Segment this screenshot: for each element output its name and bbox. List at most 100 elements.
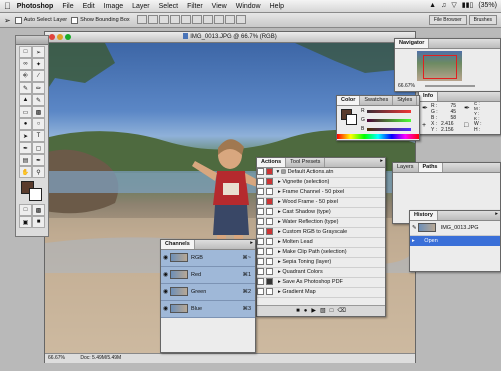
move-tool-icon[interactable]: ➢ [32,46,45,58]
action-dialog-icon[interactable] [266,198,273,206]
action-row[interactable]: ▸ Vignette (selection) [257,178,385,188]
distribute-2-button[interactable] [213,14,224,24]
action-toggle-icon[interactable] [257,188,264,196]
action-toggle-icon[interactable] [257,248,264,256]
history-brush-icon[interactable]: ✎ [412,225,417,231]
minimize-button[interactable] [57,34,63,40]
tab-color[interactable]: Color [337,96,361,105]
menu-filter[interactable]: Filter [187,3,203,10]
action-dialog-icon[interactable] [266,228,273,236]
screen-mode-full-icon[interactable]: ■ [32,216,45,228]
menu-select[interactable]: Select [159,3,178,10]
align-top-button[interactable] [136,14,147,24]
tab-styles[interactable]: Styles [393,96,418,105]
action-row[interactable]: ▸ Gradient Map [257,288,385,298]
tab-info[interactable]: Info [419,92,439,101]
app-menu[interactable]: Photoshop [17,3,54,10]
eye-icon[interactable]: ◉ [163,301,170,317]
action-dialog-icon[interactable] [266,278,273,286]
action-dialog-icon[interactable] [266,188,273,196]
history-state-row[interactable]: ▸ Open [410,236,500,246]
action-dialog-icon[interactable] [266,208,273,216]
action-row[interactable]: ▸ Make Clip Path (selection) [257,248,385,258]
action-toggle-icon[interactable] [257,218,264,226]
tab-navigator[interactable]: Navigator [395,39,430,48]
action-dialog-icon[interactable] [266,238,273,246]
action-row[interactable]: ▸ Cast Shadow (type) [257,208,385,218]
action-toggle-icon[interactable] [257,278,264,286]
action-toggle-icon[interactable] [257,198,264,206]
menu-help[interactable]: Help [270,3,284,10]
apple-menu-icon[interactable]:  [4,1,11,11]
navigator-view-box[interactable] [423,55,457,79]
action-row[interactable]: ▸ Wood Frame - 50 pixel [257,198,385,208]
tab-swatches[interactable]: Swatches [360,96,394,105]
stop-icon[interactable]: ■ [296,306,300,316]
action-dialog-icon[interactable] [266,268,273,276]
eye-icon[interactable]: ◉ [163,284,170,300]
action-toggle-icon[interactable] [257,238,264,246]
trash-icon[interactable]: ⌫ [337,306,345,316]
color-r-slider[interactable] [367,110,411,113]
magic-wand-tool-icon[interactable]: ✦ [32,58,45,70]
history-snapshot-row[interactable]: ✎ IMG_0013.JPG [410,221,500,236]
action-row[interactable]: ▸ Frame Channel - 50 pixel [257,188,385,198]
color-b-slider[interactable] [367,128,411,131]
battery-icon[interactable]: ▮▮▯ [462,1,474,9]
clone-stamp-tool-icon[interactable]: ▲ [19,94,32,106]
color-ramp[interactable] [337,134,419,139]
eraser-tool-icon[interactable]: ▭ [19,106,32,118]
brush-tool-icon[interactable]: ✏ [32,82,45,94]
tab-actions[interactable]: Actions [257,158,287,167]
wifi-icon[interactable]: ▽ [451,1,456,9]
screen-mode-icon[interactable]: ▣ [19,216,32,228]
play-icon[interactable]: ▶ [311,306,316,316]
distribute-3-button[interactable] [224,14,235,24]
tab-history[interactable]: History [410,211,438,220]
color-g-slider[interactable] [367,119,411,122]
quick-mask-icon[interactable]: ▩ [32,204,45,216]
action-dialog-icon[interactable] [266,288,273,296]
action-toggle-icon[interactable] [257,208,264,216]
menu-window[interactable]: Window [236,3,261,10]
network-icon[interactable]: ▲ [429,2,436,9]
document-title-bar[interactable]: IMG_0013.JPG @ 66.7% (RGB) [45,32,415,43]
hand-tool-icon[interactable]: ✋ [19,166,32,178]
tab-tool-presets[interactable]: Tool Presets [286,158,326,167]
menu-edit[interactable]: Edit [83,3,95,10]
action-dialog-icon[interactable] [266,178,273,186]
navigator-zoom-slider[interactable] [425,85,475,87]
action-toggle-icon[interactable] [257,228,264,236]
align-left-button[interactable] [169,14,180,24]
pen-tool-icon[interactable]: ✒ [19,142,32,154]
history-menu-icon[interactable]: ▸ [495,211,500,220]
action-dialog-icon[interactable] [266,168,273,176]
distribute-4-button[interactable] [235,14,246,24]
channels-menu-icon[interactable]: ▸ [250,240,255,249]
volume-icon[interactable]: ♫ [441,2,446,9]
gradient-tool-icon[interactable]: ▩ [32,106,45,118]
standard-mode-icon[interactable]: □ [19,204,32,216]
action-row[interactable]: ▸ Water Reflection (type) [257,218,385,228]
action-row[interactable]: ▸ Molten Lead [257,238,385,248]
record-icon[interactable]: ● [304,306,308,316]
action-dialog-icon[interactable] [266,258,273,266]
channel-row[interactable]: ◉ Green ⌘2 [161,284,255,301]
healing-brush-tool-icon[interactable]: ✎ [19,82,32,94]
history-brush-tool-icon[interactable]: ✎ [32,94,45,106]
action-toggle-icon[interactable] [257,288,264,296]
dodge-tool-icon[interactable]: ○ [32,118,45,130]
eye-icon[interactable]: ◉ [163,267,170,283]
type-tool-icon[interactable]: T [32,130,45,142]
status-zoom[interactable]: 66.67% [48,355,65,361]
action-dialog-icon[interactable] [266,248,273,256]
action-row[interactable]: ▸ Quadrant Colors [257,268,385,278]
distribute-button[interactable] [202,14,213,24]
bounding-box-checkbox[interactable] [71,16,79,24]
action-row[interactable]: ▸ Sepia Toning (layer) [257,258,385,268]
brushes-tab[interactable]: Brushes [468,15,497,25]
shape-tool-icon[interactable]: ▢ [32,142,45,154]
menu-view[interactable]: View [212,3,227,10]
crop-tool-icon[interactable]: ⎆ [19,70,32,82]
close-button[interactable] [49,34,55,40]
